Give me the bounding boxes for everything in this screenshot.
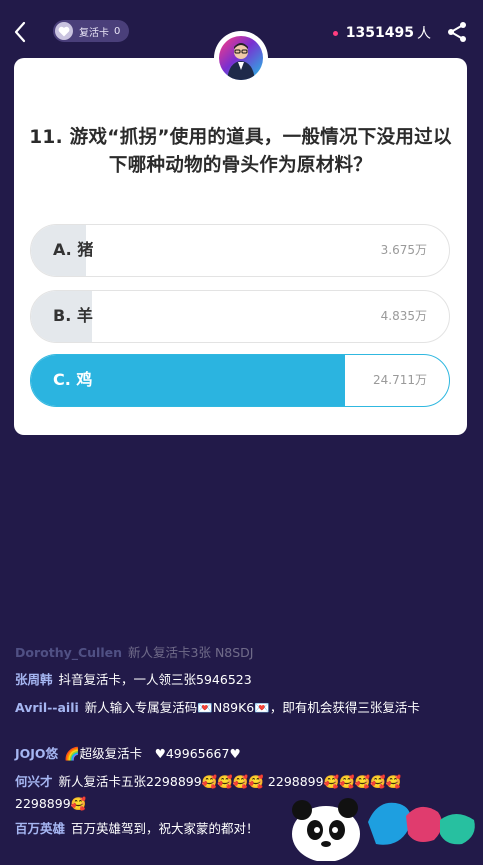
question-text: 11. 游戏“抓拐”使用的道具，一般情况下没用过以下哪种动物的骨头作为原材料？ [24, 124, 457, 180]
viewer-count-unit: 人 [417, 26, 431, 42]
answer-option-b[interactable]: B. 羊 4.835万 [30, 290, 450, 343]
question-card: 11. 游戏“抓拐”使用的道具，一般情况下没用过以下哪种动物的骨头作为原材料？ … [14, 58, 467, 435]
chat-username: Avril--aili [15, 700, 79, 715]
answer-count-b: 4.835万 [380, 309, 427, 323]
host-avatar-image [219, 36, 263, 80]
chat-text: 百万英雄驾到，祝大家蒙的都对！ [71, 821, 259, 836]
answer-count-c: 24.711万 [373, 373, 427, 387]
panda-icon [292, 798, 475, 862]
chat-username: JOJO悠 [15, 746, 59, 761]
back-icon [14, 21, 26, 43]
host-avatar [216, 33, 266, 83]
live-dot-icon [332, 30, 338, 36]
chat-username: 张周韩 [15, 672, 53, 687]
chat-text: 新人复活卡3张 N8SDJ [128, 645, 254, 660]
chat-message: Dorothy_Cullen 新人复活卡3张 N8SDJ [15, 642, 435, 664]
chat-username: Dorothy_Cullen [15, 645, 123, 660]
answer-label-a: A. 猪 [53, 240, 94, 259]
watermark-logo [288, 790, 483, 862]
chat-message: JOJO悠 🌈超级复活卡 ♥49965667♥ [15, 743, 435, 765]
viewer-count: 1351495 人 [332, 23, 431, 43]
question-number: 11. [29, 127, 63, 148]
chat-text: 🌈超级复活卡 ♥49965667♥ [64, 746, 241, 761]
chat-username: 百万英雄 [15, 821, 66, 836]
revive-card-label: 复活卡 [79, 27, 109, 39]
answer-label-b: B. 羊 [53, 306, 93, 325]
revive-card-badge[interactable]: 复活卡 0 [53, 20, 129, 42]
chat-text: 新人输入专属复活码💌N89K6💌，即有机会获得三张复活卡 [84, 700, 420, 715]
share-button[interactable] [445, 20, 469, 44]
answer-option-a[interactable]: A. 猪 3.675万 [30, 224, 450, 277]
revive-card-count: 0 [114, 25, 121, 37]
back-button[interactable] [10, 18, 36, 46]
chat-text: 抖音复活卡，一人领三张5946523 [58, 672, 252, 687]
chat-username: 何兴才 [15, 774, 53, 789]
answer-option-c[interactable]: C. 鸡 24.711万 [30, 354, 450, 407]
share-icon [448, 22, 466, 42]
chat-message: 张周韩 抖音复活卡，一人领三张5946523 [15, 669, 435, 691]
answer-label-c: C. 鸡 [53, 370, 93, 389]
viewer-count-value: 1351495 [345, 25, 414, 41]
answer-count-a: 3.675万 [380, 243, 427, 257]
heart-icon [55, 22, 73, 40]
chat-message: Avril--aili 新人输入专属复活码💌N89K6💌，即有机会获得三张复活卡 [15, 697, 435, 719]
question-body: 游戏“抓拐”使用的道具，一般情况下没用过以下哪种动物的骨头作为原材料？ [69, 127, 452, 176]
